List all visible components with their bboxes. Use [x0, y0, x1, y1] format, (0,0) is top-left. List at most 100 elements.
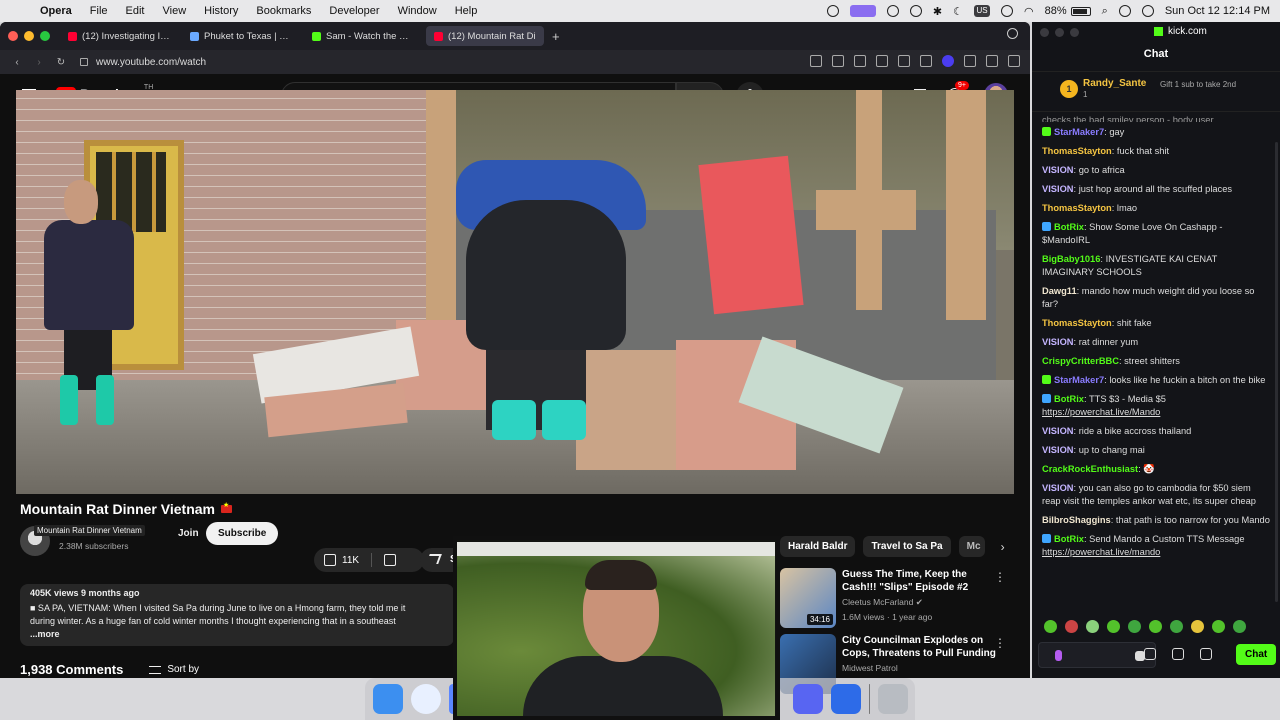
menu-bookmarks[interactable]: Bookmarks: [256, 5, 311, 17]
menu-file[interactable]: File: [90, 5, 108, 17]
dislike-thumb-icon[interactable]: [384, 554, 397, 566]
chat-send-button[interactable]: Chat: [1236, 644, 1277, 665]
chat-username[interactable]: VISION: [1042, 165, 1074, 175]
finder-icon[interactable]: [373, 684, 403, 714]
screen-record-icon[interactable]: [826, 5, 839, 17]
chat-username[interactable]: VISION: [1042, 445, 1074, 455]
recommended-title[interactable]: City Councilman Explodes on Cops, Threat…: [842, 634, 1002, 660]
forward-arrow-icon[interactable]: ›: [32, 57, 46, 68]
chat-username[interactable]: ThomasStayton: [1042, 318, 1112, 328]
trash-icon[interactable]: [878, 684, 908, 714]
emote-icon[interactable]: [1170, 620, 1183, 633]
video-thumbnail[interactable]: 34:16: [780, 568, 836, 628]
menu-edit[interactable]: Edit: [126, 5, 145, 17]
input-source-icon[interactable]: US: [974, 5, 991, 17]
gift-call-to-action[interactable]: Gift 1 sub to take 2nd: [1160, 80, 1270, 89]
chat-username[interactable]: StarMaker7: [1054, 375, 1104, 385]
shield-icon[interactable]: [854, 55, 866, 67]
chat-username[interactable]: VISION: [1042, 426, 1074, 436]
wifi-icon[interactable]: ◠: [1024, 5, 1034, 18]
sort-by-button[interactable]: Sort by: [149, 664, 199, 675]
chat-link[interactable]: https://powerchat.live/Mando: [1042, 407, 1160, 417]
zoom-window-button[interactable]: [40, 31, 50, 41]
zoom-window-button[interactable]: [1070, 28, 1079, 37]
menu-help[interactable]: Help: [455, 5, 478, 17]
menubar-clock[interactable]: Sun Oct 12 12:14 PM: [1165, 5, 1270, 17]
menu-developer[interactable]: Developer: [329, 5, 379, 17]
chat-username[interactable]: ThomasStayton: [1042, 146, 1112, 156]
back-arrow-icon[interactable]: ‹: [10, 57, 24, 68]
emote-icon[interactable]: [1128, 620, 1141, 633]
chat-link[interactable]: https://powerchat.live/mando: [1042, 547, 1160, 557]
chat-username[interactable]: ThomasStayton: [1042, 203, 1112, 213]
play-icon[interactable]: [909, 5, 922, 17]
browser-tab-active[interactable]: (12) Mountain Rat Di: [426, 26, 544, 46]
more-options-icon[interactable]: ⋮: [994, 570, 1006, 584]
emote-icon[interactable]: [1086, 620, 1099, 633]
chat-username[interactable]: BotRix: [1054, 394, 1084, 404]
battery-indicator[interactable]: 88%: [1045, 5, 1091, 17]
camera-icon[interactable]: [832, 55, 844, 67]
browser-tab[interactable]: Phuket to Texas | Explor: [182, 26, 300, 46]
search-icon[interactable]: ⌕: [1102, 5, 1108, 18]
like-thumb-icon[interactable]: [324, 554, 336, 566]
profile-icon[interactable]: [986, 55, 998, 67]
url-field[interactable]: www.youtube.com/watch: [96, 57, 206, 68]
edit-icon[interactable]: [810, 55, 822, 67]
discord-icon[interactable]: [793, 684, 823, 714]
close-window-button[interactable]: [8, 31, 18, 41]
opera-vpn-icon[interactable]: [849, 5, 876, 17]
mic-icon[interactable]: [1055, 650, 1062, 661]
menu-app-name[interactable]: Opera: [40, 5, 72, 17]
description-box[interactable]: 405K views 9 months ago ■ SA PA, VIETNAM…: [20, 584, 454, 646]
emote-icon[interactable]: [1107, 620, 1120, 633]
vpn-icon[interactable]: [942, 55, 954, 67]
emote-icon[interactable]: [1233, 620, 1246, 633]
bluetooth-icon[interactable]: ✱: [933, 5, 942, 18]
like-count[interactable]: 11K: [342, 555, 359, 566]
chip-more[interactable]: Mc: [958, 536, 985, 557]
reload-icon[interactable]: ↻: [54, 57, 68, 68]
chat-username[interactable]: CrispyCritterBBC: [1042, 356, 1119, 366]
mail-icon[interactable]: [831, 684, 861, 714]
emote-icon[interactable]: [1065, 620, 1078, 633]
chat-username[interactable]: VISION: [1042, 483, 1074, 493]
chat-input[interactable]: [1038, 642, 1156, 668]
show-more-link[interactable]: ...more: [30, 628, 444, 641]
control-center-icon[interactable]: [1141, 5, 1154, 17]
time-machine-icon[interactable]: [1001, 5, 1014, 17]
video-player[interactable]: [16, 90, 1014, 494]
tab-search-icon[interactable]: [1007, 28, 1018, 39]
chip-travel-sa-pa[interactable]: Travel to Sa Pa: [863, 536, 951, 557]
headphones-icon[interactable]: [886, 5, 899, 17]
close-window-button[interactable]: [1040, 28, 1049, 37]
chat-scrollbar[interactable]: [1275, 142, 1278, 602]
gift-icon[interactable]: [1172, 648, 1184, 660]
chat-username[interactable]: Dawg11: [1042, 286, 1077, 296]
menu-history[interactable]: History: [204, 5, 238, 17]
safari-icon[interactable]: [411, 684, 441, 714]
user-icon[interactable]: [1118, 5, 1131, 17]
send-icon[interactable]: [876, 55, 888, 67]
chat-username[interactable]: BotRix: [1054, 222, 1084, 232]
chat-username[interactable]: BotRix: [1054, 534, 1084, 544]
emote-icon[interactable]: [1191, 620, 1204, 633]
minimize-window-button[interactable]: [24, 31, 34, 41]
extensions-icon[interactable]: [1008, 55, 1020, 67]
moon-icon[interactable]: ☾: [953, 5, 963, 18]
join-button[interactable]: Join: [178, 528, 199, 539]
menu-view[interactable]: View: [163, 5, 187, 17]
recommended-title[interactable]: Guess The Time, Keep the Cash!!! "Slips"…: [842, 568, 1002, 594]
recommended-video[interactable]: 34:16 Guess The Time, Keep the Cash!!! "…: [780, 568, 1020, 628]
menu-icon[interactable]: [964, 55, 976, 67]
chevron-right-icon[interactable]: ›: [1001, 540, 1005, 554]
settings-gear-icon[interactable]: [1200, 648, 1212, 660]
emote-icon[interactable]: [1149, 620, 1162, 633]
subscribe-button[interactable]: Subscribe: [206, 522, 279, 545]
chip-harald-baldr[interactable]: Harald Baldr: [780, 536, 856, 557]
heart-icon[interactable]: [898, 55, 910, 67]
chat-username[interactable]: BilbroShaggins: [1042, 515, 1111, 525]
browser-tab[interactable]: (12) Investigating Israeli: [60, 26, 178, 46]
download-icon[interactable]: [920, 55, 932, 67]
chat-username[interactable]: VISION: [1042, 337, 1074, 347]
